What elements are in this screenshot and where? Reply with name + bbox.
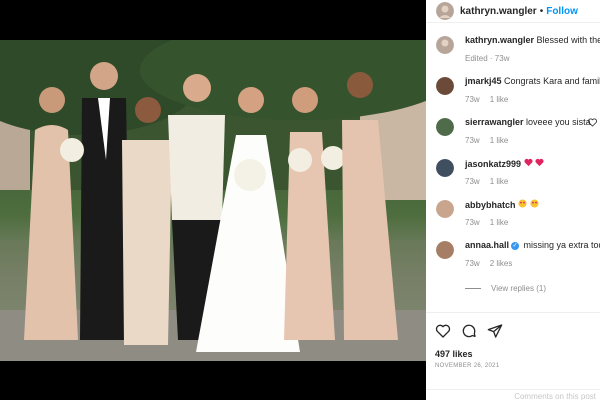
post-header: kathryn.wangler • Follow bbox=[426, 0, 600, 23]
commenter-avatar[interactable] bbox=[436, 77, 454, 95]
comment-age: 73w bbox=[465, 218, 480, 227]
heart-eyes-emoji-icon bbox=[518, 199, 527, 208]
follow-button[interactable]: Follow bbox=[546, 6, 578, 17]
comment-age: 73w bbox=[465, 95, 480, 104]
comment-line: sierrawangler loveee you sista bbox=[465, 117, 591, 127]
list-item: annaa.hall✓ missing ya extra toda 73w 2 l… bbox=[426, 235, 600, 276]
commenter-avatar[interactable] bbox=[436, 118, 454, 136]
comment-username[interactable]: jmarkj45 bbox=[465, 76, 502, 86]
replies-divider bbox=[465, 288, 481, 289]
likes-count[interactable]: 497 likes bbox=[435, 349, 473, 359]
comment-username[interactable]: annaa.hall bbox=[465, 240, 509, 250]
comment-line: jasonkatz999 bbox=[465, 158, 544, 169]
wedding-photo-illustration bbox=[0, 40, 426, 361]
share-icon[interactable] bbox=[487, 323, 503, 339]
caption: kathryn.wangler Blessed with the Edited … bbox=[426, 30, 600, 71]
comment-username[interactable]: sierrawangler bbox=[465, 117, 524, 127]
list-item: abbybhatch 73w 1 like bbox=[426, 194, 600, 235]
heart-icon[interactable] bbox=[435, 323, 451, 339]
comment-username[interactable]: abbybhatch bbox=[465, 200, 516, 210]
comment-age: 73w bbox=[465, 136, 480, 145]
like-comment-heart-icon[interactable] bbox=[588, 118, 597, 127]
add-comment-bar: Comments on this post bbox=[426, 389, 600, 400]
comment-text: Congrats Kara and family bbox=[504, 76, 600, 86]
comment-meta: 73w 1 like bbox=[465, 95, 518, 104]
caption-line: kathryn.wangler Blessed with the bbox=[465, 35, 600, 45]
comment-likes[interactable]: 2 likes bbox=[490, 259, 513, 268]
comment-likes[interactable]: 1 like bbox=[490, 95, 509, 104]
red-heart-emoji-icon bbox=[523, 158, 533, 167]
comment-meta: 73w 1 like bbox=[465, 177, 518, 186]
comment-meta: 73w 1 like bbox=[465, 136, 518, 145]
comment-username[interactable]: jasonkatz999 bbox=[465, 159, 521, 169]
author-avatar[interactable] bbox=[436, 2, 454, 20]
comment-likes[interactable]: 1 like bbox=[490, 177, 509, 186]
caption-username[interactable]: kathryn.wangler bbox=[465, 35, 534, 45]
comment-text: missing ya extra toda bbox=[523, 240, 600, 250]
caption-text: Blessed with the bbox=[536, 35, 600, 45]
comment-meta: 73w 2 likes bbox=[465, 259, 522, 268]
commenter-avatar[interactable] bbox=[436, 200, 454, 218]
photo-pane bbox=[0, 0, 426, 400]
comment-line: annaa.hall✓ missing ya extra toda bbox=[465, 240, 600, 250]
comment-age: 73w bbox=[465, 177, 480, 186]
comment-meta: 73w 1 like bbox=[465, 218, 518, 227]
comment-text: loveee you sista bbox=[526, 117, 591, 127]
comment-icon[interactable] bbox=[461, 323, 477, 339]
post-photo[interactable] bbox=[0, 40, 426, 361]
post-sidebar: kathryn.wangler • Follow kathryn.wangler… bbox=[426, 0, 600, 400]
author-username[interactable]: kathryn.wangler bbox=[460, 6, 537, 17]
separator-dot: • bbox=[539, 5, 544, 17]
list-item: jmarkj45 Congrats Kara and family 73w 1 l… bbox=[426, 71, 600, 112]
list-item: jasonkatz999 73w 1 like bbox=[426, 153, 600, 194]
comment-likes[interactable]: 1 like bbox=[490, 136, 509, 145]
comments-list: kathryn.wangler Blessed with the Edited … bbox=[426, 30, 600, 276]
comment-age: 73w bbox=[465, 259, 480, 268]
view-replies-button[interactable]: View replies (1) bbox=[465, 284, 546, 293]
post-actions: 497 likes NOVEMBER 26, 2021 Comments on … bbox=[426, 312, 600, 400]
commenter-avatar[interactable] bbox=[436, 241, 454, 259]
caption-avatar[interactable] bbox=[436, 36, 454, 54]
comment-likes[interactable]: 1 like bbox=[490, 218, 509, 227]
add-comment-placeholder[interactable]: Comments on this post bbox=[514, 392, 596, 400]
commenter-avatar[interactable] bbox=[436, 159, 454, 177]
red-heart-emoji-icon bbox=[535, 158, 544, 167]
caption-meta: Edited · 73w bbox=[465, 54, 510, 63]
action-icons bbox=[435, 323, 503, 339]
post-date: NOVEMBER 26, 2021 bbox=[435, 363, 500, 369]
list-item: sierrawangler loveee you sista 73w 1 like bbox=[426, 112, 600, 153]
heart-eyes-emoji-icon bbox=[529, 199, 539, 208]
comment-line: jmarkj45 Congrats Kara and family bbox=[465, 76, 600, 86]
comment-line: abbybhatch bbox=[465, 199, 539, 210]
view-replies-label: View replies (1) bbox=[491, 284, 546, 293]
verified-badge-icon: ✓ bbox=[511, 241, 520, 250]
